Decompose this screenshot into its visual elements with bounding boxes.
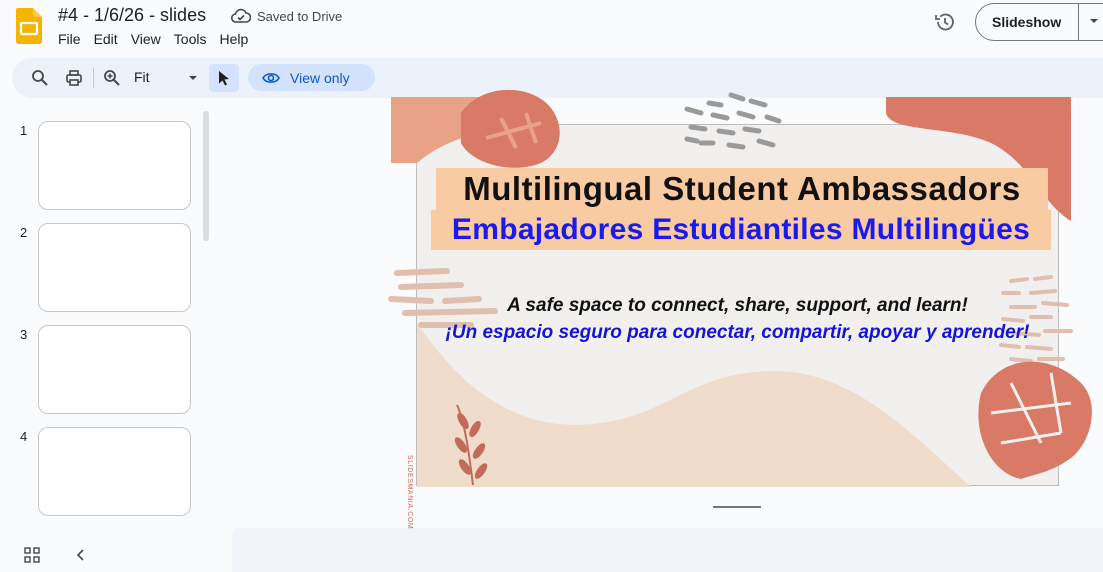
slide-number: 4 xyxy=(20,429,28,444)
version-history-icon[interactable] xyxy=(933,10,957,34)
slide-thumbnail[interactable] xyxy=(38,325,191,414)
grid-view-icon[interactable] xyxy=(24,547,40,568)
notes-resize-handle[interactable] xyxy=(713,506,761,508)
slide-number: 3 xyxy=(20,327,28,342)
save-status[interactable]: Saved to Drive xyxy=(231,8,342,24)
eye-icon xyxy=(262,72,280,83)
search-icon[interactable] xyxy=(28,66,52,90)
slide-credit: SLIDESMANIA.COM xyxy=(406,455,413,530)
slideshow-button[interactable]: Slideshow xyxy=(975,3,1103,41)
slides-logo-icon[interactable] xyxy=(16,8,42,44)
collapse-panel-icon[interactable] xyxy=(74,548,86,567)
speaker-notes-area[interactable] xyxy=(232,528,1103,572)
menu-file[interactable]: File xyxy=(58,30,86,48)
chevron-down-icon[interactable] xyxy=(1087,14,1101,28)
toolbar-divider xyxy=(93,68,94,88)
dash-cluster-top xyxy=(684,92,782,150)
document-title[interactable]: #4 - 1/6/26 - slides xyxy=(58,5,206,26)
slide-thumbnail[interactable] xyxy=(38,427,191,516)
slide-title-english: Multilingual Student Ambassadors xyxy=(436,168,1048,210)
filmstrip-scrollbar[interactable] xyxy=(203,111,209,241)
slide-subtitle-spanish: ¡Un espacio seguro para conectar, compar… xyxy=(445,322,1030,343)
slide-thumbnail[interactable] xyxy=(38,223,191,312)
zoom-select[interactable]: Fit xyxy=(134,69,150,85)
view-only-label: View only xyxy=(290,69,350,86)
top-bar: #4 - 1/6/26 - slides Saved to Drive File… xyxy=(0,0,1103,56)
slideshow-label: Slideshow xyxy=(992,14,1062,30)
menu-help[interactable]: Help xyxy=(219,30,253,48)
save-status-label: Saved to Drive xyxy=(257,8,343,24)
slide-subtitle-english: A safe space to connect, share, support,… xyxy=(507,295,968,316)
menu-view[interactable]: View xyxy=(131,30,166,48)
select-tool-button[interactable] xyxy=(209,64,239,92)
menu-tools[interactable]: Tools xyxy=(174,30,212,48)
zoom-icon[interactable] xyxy=(100,66,124,90)
toolbar: Fit View only xyxy=(12,58,1103,98)
slide-title-spanish: Embajadores Estudiantiles Multilingües xyxy=(431,210,1051,250)
slide-thumbnail[interactable] xyxy=(38,121,191,210)
cloud-done-icon xyxy=(231,8,251,23)
print-icon[interactable] xyxy=(62,66,86,90)
slideshow-divider xyxy=(1078,4,1079,40)
slide-number: 2 xyxy=(20,225,28,240)
dash-cluster-right xyxy=(999,275,1073,363)
view-only-button[interactable]: View only xyxy=(248,64,375,91)
cursor-arrow-icon xyxy=(219,71,229,86)
slide-number: 1 xyxy=(20,123,28,138)
menu-bar: File Edit View Tools Help xyxy=(58,30,261,48)
menu-edit[interactable]: Edit xyxy=(94,30,123,48)
leaf-bottom-right-icon xyxy=(978,361,1092,479)
leaf-top-icon xyxy=(461,89,560,168)
zoom-dropdown-icon[interactable] xyxy=(184,66,202,90)
